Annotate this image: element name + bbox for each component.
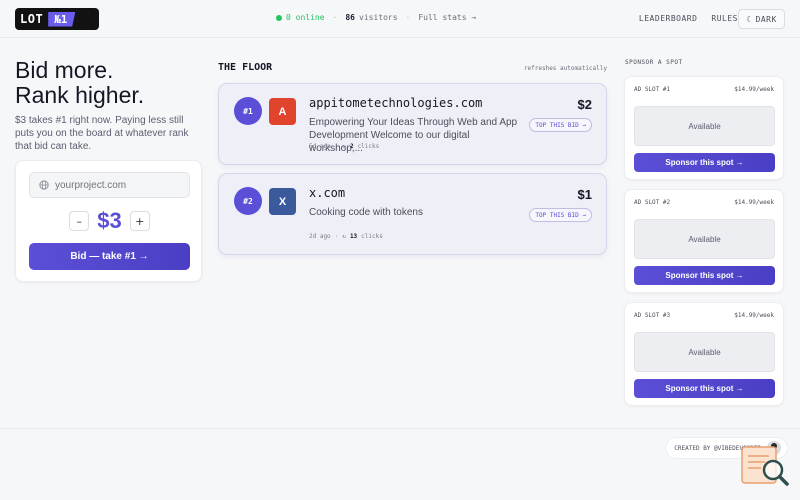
visitors-count: 86: [345, 13, 355, 22]
ad-slot-header: AD SLOT #1 $14.99/week: [634, 86, 774, 93]
search-help-widget[interactable]: [741, 446, 791, 488]
full-stats-link[interactable]: Full stats →: [418, 13, 476, 22]
magnifier-document-icon: [741, 446, 789, 486]
floor-title: THE FLOOR: [218, 62, 273, 73]
increase-bid-button[interactable]: +: [129, 211, 150, 231]
dark-mode-toggle[interactable]: ☾ DARK: [738, 9, 785, 29]
bid-stepper: – $3 +: [16, 208, 203, 234]
visitors-label: visitors: [359, 13, 398, 22]
main-nav: LEADERBOARD RULES: [639, 14, 738, 23]
clicks-count: 13: [349, 233, 358, 240]
sponsor-spot-button[interactable]: Sponsor this spot →: [634, 379, 775, 398]
ad-slot-price: $14.99/week: [734, 199, 774, 206]
ad-slot-price: $14.99/week: [734, 312, 774, 319]
moon-icon: ☾: [746, 14, 752, 24]
site-stats: 0 online · 86 visitors · Full stats →: [276, 13, 476, 22]
url-field-wrapper[interactable]: [29, 172, 190, 198]
nav-rules[interactable]: RULES: [711, 14, 738, 23]
top-header: LOT №1 0 online · 86 visitors · Full sta…: [0, 0, 800, 38]
logo-badge: №1: [48, 11, 76, 27]
globe-icon: [39, 180, 49, 190]
listing-price: $1: [577, 187, 592, 202]
meta-separator: ·: [334, 143, 339, 150]
ad-slot-card: AD SLOT #3 $14.99/week Available Sponsor…: [624, 302, 784, 406]
nav-leaderboard[interactable]: LEADERBOARD: [639, 14, 697, 23]
online-indicator-icon: [276, 14, 282, 21]
site-favicon: A: [269, 98, 296, 125]
logo-text: LOT: [20, 12, 44, 26]
meta-separator: ·: [334, 233, 339, 240]
ad-slot-label: AD SLOT #1: [634, 86, 671, 93]
stats-separator: ·: [405, 13, 411, 22]
project-url-input[interactable]: [55, 179, 185, 191]
hero-title-line2: Rank higher.: [15, 82, 145, 108]
ad-slot-label: AD SLOT #2: [634, 199, 671, 206]
listing-site-name[interactable]: appitometechnologies.com: [309, 96, 482, 110]
online-count: 0 online: [286, 13, 325, 22]
hero-title-line1: Bid more.: [15, 57, 114, 83]
ad-slot-label: AD SLOT #3: [634, 312, 671, 319]
clicks-icon: ↻: [342, 233, 346, 240]
listing-description: Cooking code with tokens: [309, 207, 423, 218]
bid-amount: $3: [97, 208, 122, 233]
hero-subtitle: $3 takes #1 right now. Paying less still…: [15, 115, 189, 152]
listing-price: $2: [577, 97, 592, 112]
bid-card: – $3 + Bid — take #1 →: [15, 160, 202, 282]
refresh-note: refreshes automatically: [523, 65, 607, 72]
listing-site-name[interactable]: x.com: [309, 186, 345, 200]
clicks-count: 2: [349, 143, 354, 150]
sponsor-spot-button[interactable]: Sponsor this spot →: [634, 153, 775, 172]
site-logo[interactable]: LOT №1: [15, 8, 99, 30]
footer-divider: [0, 428, 800, 429]
hero-title: Bid more. Rank higher.: [15, 58, 205, 108]
hero-section: Bid more. Rank higher. $3 takes #1 right…: [15, 58, 205, 153]
top-this-bid-button[interactable]: TOP THIS BID →: [529, 118, 592, 132]
rank-badge: #1: [234, 97, 262, 125]
clicks-label: clicks: [357, 143, 380, 150]
ad-slot-header: AD SLOT #3 $14.99/week: [634, 312, 774, 319]
decrease-bid-button[interactable]: –: [69, 211, 90, 231]
ad-slot-card: AD SLOT #2 $14.99/week Available Sponsor…: [624, 189, 784, 293]
ad-slot-header: AD SLOT #2 $14.99/week: [634, 199, 774, 206]
dark-mode-label: DARK: [755, 14, 777, 24]
site-favicon: X: [269, 188, 296, 215]
sponsor-title: SPONSOR A SPOT: [625, 59, 683, 66]
floor-listing[interactable]: #2 X x.com Cooking code with tokens 2d a…: [218, 173, 607, 255]
place-bid-button[interactable]: Bid — take #1 →: [29, 243, 190, 270]
ad-slot-price: $14.99/week: [734, 86, 774, 93]
top-this-bid-button[interactable]: TOP THIS BID →: [529, 208, 592, 222]
ad-slot-placeholder: Available: [634, 219, 775, 259]
listing-meta: 5d ago · ↻ 2 clicks: [309, 143, 379, 150]
listing-age: 2d ago: [309, 233, 331, 240]
floor-listing[interactable]: #1 A appitometechnologies.com Empowering…: [218, 83, 607, 165]
sponsor-spot-button[interactable]: Sponsor this spot →: [634, 266, 775, 285]
ad-slot-placeholder: Available: [634, 332, 775, 372]
rank-badge: #2: [234, 187, 262, 215]
clicks-icon: ↻: [342, 143, 346, 150]
ad-slot-placeholder: Available: [634, 106, 775, 146]
clicks-label: clicks: [361, 233, 383, 240]
stats-separator: ·: [332, 13, 338, 22]
listing-age: 5d ago: [309, 143, 331, 150]
listing-meta: 2d ago · ↻ 13 clicks: [309, 233, 383, 240]
ad-slot-card: AD SLOT #1 $14.99/week Available Sponsor…: [624, 76, 784, 180]
